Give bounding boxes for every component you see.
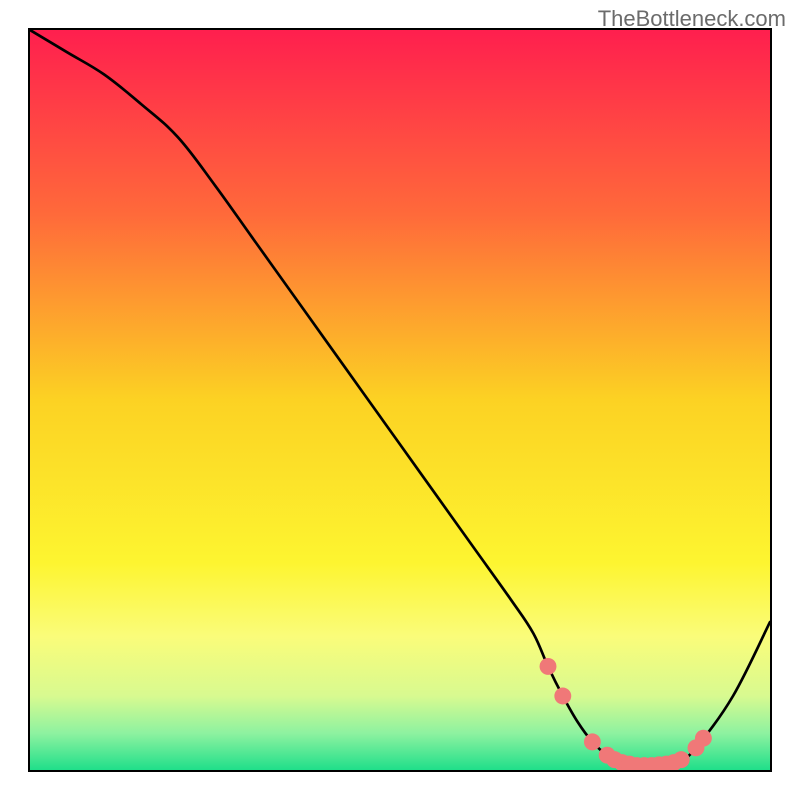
chart-marker	[540, 658, 557, 675]
chart-marker	[673, 751, 690, 768]
chart-svg	[30, 30, 770, 770]
chart-marker	[584, 733, 601, 750]
chart-marker	[695, 730, 712, 747]
watermark-text: TheBottleneck.com	[598, 6, 786, 32]
chart-plot-area	[28, 28, 772, 772]
chart-background	[30, 30, 770, 770]
chart-marker	[554, 688, 571, 705]
